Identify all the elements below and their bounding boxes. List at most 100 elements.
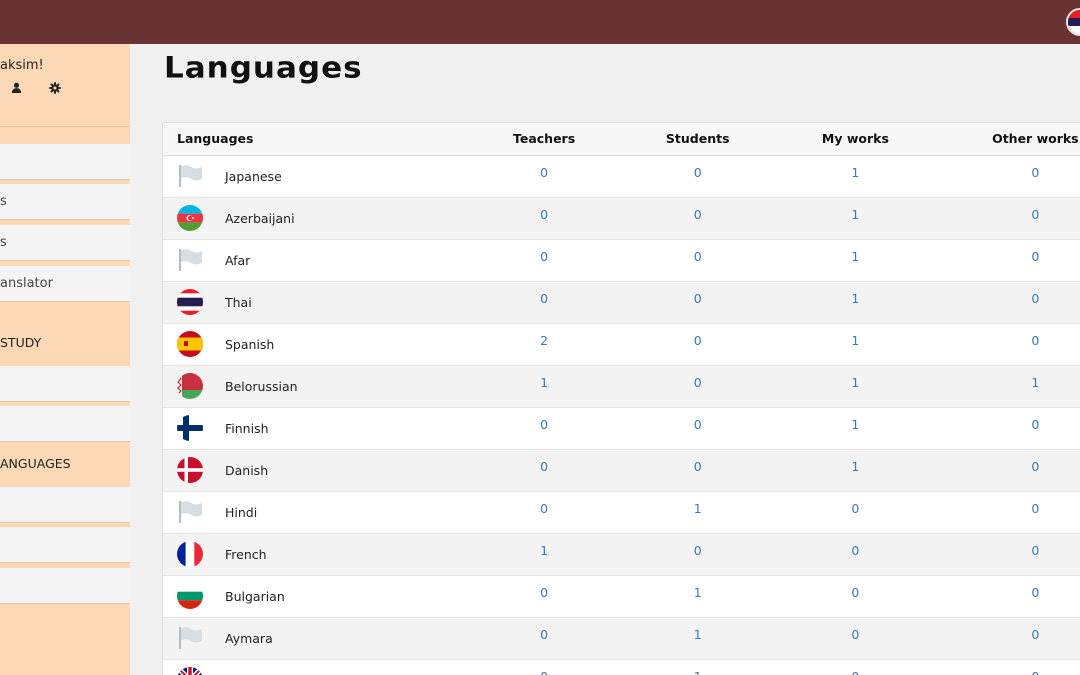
other-works-count[interactable]: 0: [978, 659, 1080, 675]
language-name[interactable]: French: [225, 547, 267, 562]
language-name[interactable]: Thai: [225, 295, 252, 310]
language-name[interactable]: Japanese: [225, 169, 282, 184]
column-header-languages[interactable]: Languages: [163, 123, 426, 156]
column-header-students[interactable]: Students: [662, 123, 734, 156]
teachers-count[interactable]: 0: [426, 155, 663, 197]
column-header-teachers[interactable]: Teachers: [425, 123, 663, 156]
language-name[interactable]: Danish: [225, 463, 268, 478]
other-works-count[interactable]: 0: [978, 323, 1080, 365]
other-works-count[interactable]: 1: [978, 365, 1080, 407]
other-works-count[interactable]: 0: [978, 533, 1080, 575]
students-count[interactable]: 0: [662, 365, 733, 407]
table-row[interactable]: Finnish 0 0 1 0: [163, 407, 1080, 449]
students-count[interactable]: 0: [662, 155, 733, 197]
language-switch-flag-icon[interactable]: [1066, 8, 1080, 36]
teachers-count[interactable]: 0: [426, 617, 663, 659]
language-name[interactable]: Hindi: [225, 505, 257, 520]
language-name[interactable]: Aymara: [225, 631, 273, 646]
sidebar-item-lang-2[interactable]: [0, 527, 130, 563]
sidebar-item-study-2[interactable]: [0, 406, 130, 442]
teachers-count[interactable]: 0: [426, 239, 663, 281]
other-works-count[interactable]: 0: [978, 617, 1080, 659]
other-works-count[interactable]: 0: [978, 155, 1080, 197]
my-works-count[interactable]: 1: [733, 365, 978, 407]
students-count[interactable]: 1: [662, 617, 733, 659]
students-count[interactable]: 0: [662, 407, 733, 449]
teachers-count[interactable]: 0: [426, 575, 663, 617]
sidebar-item-lang-3[interactable]: [0, 568, 130, 604]
teachers-count[interactable]: 0: [426, 407, 663, 449]
sidebar-item-study-1[interactable]: [0, 366, 130, 402]
my-works-count[interactable]: 1: [733, 281, 978, 323]
students-count[interactable]: 1: [662, 491, 733, 533]
language-name[interactable]: Belorussian: [225, 379, 298, 394]
students-count[interactable]: 0: [662, 323, 733, 365]
my-works-count[interactable]: 0: [733, 659, 978, 675]
plain-flag-icon: [177, 163, 203, 189]
sidebar-item-home[interactable]: [0, 144, 130, 180]
language-name[interactable]: Bulgarian: [225, 589, 285, 604]
column-header-other-works[interactable]: Other works: [977, 123, 1080, 156]
my-works-count[interactable]: 1: [733, 239, 978, 281]
other-works-count[interactable]: 0: [978, 575, 1080, 617]
students-count[interactable]: 0: [662, 449, 733, 491]
my-works-count[interactable]: 1: [733, 407, 978, 449]
column-header-my-works[interactable]: My works: [733, 123, 978, 156]
my-works-count[interactable]: 0: [733, 617, 978, 659]
table-row[interactable]: Azerbaijani 0 0 1 0: [163, 197, 1080, 239]
language-cell: Japanese: [163, 155, 426, 197]
teachers-count[interactable]: 2: [426, 323, 663, 365]
students-count[interactable]: 0: [662, 239, 733, 281]
my-works-count[interactable]: 0: [733, 533, 978, 575]
students-count[interactable]: 1: [662, 659, 733, 675]
table-row[interactable]: Japanese 0 0 1 0: [163, 155, 1080, 197]
teachers-count[interactable]: 0: [426, 449, 663, 491]
students-count[interactable]: 1: [662, 575, 733, 617]
other-works-count[interactable]: 0: [978, 407, 1080, 449]
table-row[interactable]: Bulgarian 0 1 0 0: [163, 575, 1080, 617]
table-row[interactable]: English0100: [163, 659, 1080, 675]
table-row[interactable]: Danish 0 0 1 0: [163, 449, 1080, 491]
teachers-count[interactable]: 0: [426, 197, 663, 239]
plain-flag-icon: [177, 499, 203, 525]
sidebar-item-works[interactable]: s: [0, 184, 130, 220]
my-works-count[interactable]: 1: [733, 155, 978, 197]
table-row[interactable]: Thai 0 0 1 0: [163, 281, 1080, 323]
user-icon[interactable]: [11, 82, 22, 97]
language-name[interactable]: Spanish: [225, 337, 274, 352]
teachers-count[interactable]: 1: [426, 365, 663, 407]
my-works-count[interactable]: 0: [733, 491, 978, 533]
plain-flag-icon: [177, 625, 203, 651]
other-works-count[interactable]: 0: [978, 239, 1080, 281]
table-row[interactable]: Belorussian 1 0 1 1: [163, 365, 1080, 407]
table-row[interactable]: Aymara 0 1 0 0: [163, 617, 1080, 659]
students-count[interactable]: 0: [662, 281, 733, 323]
gear-icon[interactable]: [49, 82, 61, 98]
table-row[interactable]: French 1 0 0 0: [163, 533, 1080, 575]
my-works-count[interactable]: 0: [733, 575, 978, 617]
table-row[interactable]: Hindi 0 1 0 0: [163, 491, 1080, 533]
my-works-count[interactable]: 1: [733, 197, 978, 239]
my-works-count[interactable]: 1: [733, 449, 978, 491]
sidebar-item-languages[interactable]: s: [0, 225, 130, 261]
students-count[interactable]: 0: [662, 197, 733, 239]
language-name[interactable]: Finnish: [225, 421, 269, 436]
teachers-count[interactable]: 0: [426, 281, 663, 323]
sidebar-item-translator[interactable]: anslator: [0, 266, 130, 302]
other-works-count[interactable]: 0: [978, 197, 1080, 239]
students-count[interactable]: 0: [662, 533, 733, 575]
other-works-count[interactable]: 0: [978, 491, 1080, 533]
teachers-count[interactable]: 1: [426, 533, 663, 575]
table-row[interactable]: Spanish 2 0 1 0: [163, 323, 1080, 365]
other-works-count[interactable]: 0: [978, 281, 1080, 323]
teachers-count[interactable]: 0: [426, 491, 663, 533]
sidebar-item-lang-1[interactable]: [0, 487, 130, 523]
language-name[interactable]: Afar: [225, 253, 250, 268]
language-cell: Bulgarian: [163, 575, 426, 617]
sidebar-section-languages: ANGUAGES: [0, 456, 71, 471]
other-works-count[interactable]: 0: [978, 449, 1080, 491]
table-row[interactable]: Afar 0 0 1 0: [163, 239, 1080, 281]
teachers-count[interactable]: 0: [426, 659, 663, 675]
language-name[interactable]: Azerbaijani: [225, 211, 295, 226]
my-works-count[interactable]: 1: [733, 323, 978, 365]
